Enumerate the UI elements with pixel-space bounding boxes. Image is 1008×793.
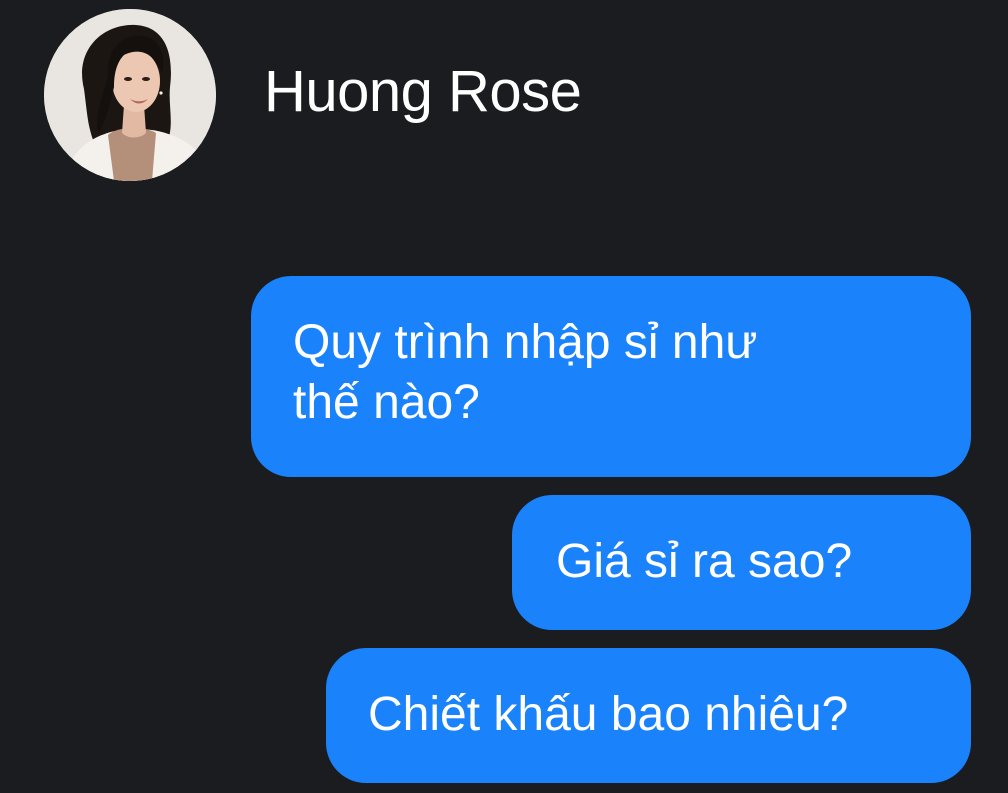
chat-screen: Huong Rose Quy trình nhập sỉ như thế nào…: [0, 0, 1008, 793]
message-text: Giá sỉ ra sao?: [556, 535, 853, 588]
message-bubble-outgoing[interactable]: Quy trình nhập sỉ như thế nào?: [251, 276, 971, 477]
message-text: Chiết khấu bao nhiêu?: [368, 688, 849, 741]
avatar-photo: [44, 9, 216, 181]
message-bubble-outgoing[interactable]: Giá sỉ ra sao?: [512, 495, 971, 630]
message-text-line: Quy trình nhập sỉ như: [293, 316, 758, 369]
message-bubble-outgoing[interactable]: Chiết khấu bao nhiêu?: [326, 648, 971, 783]
contact-name[interactable]: Huong Rose: [264, 56, 582, 128]
avatar[interactable]: [44, 9, 216, 181]
message-text-line: thế nào?: [293, 376, 480, 429]
message-thread[interactable]: Quy trình nhập sỉ như thế nào? Giá sỉ ra…: [0, 190, 1008, 793]
chat-header: Huong Rose: [0, 0, 1008, 190]
